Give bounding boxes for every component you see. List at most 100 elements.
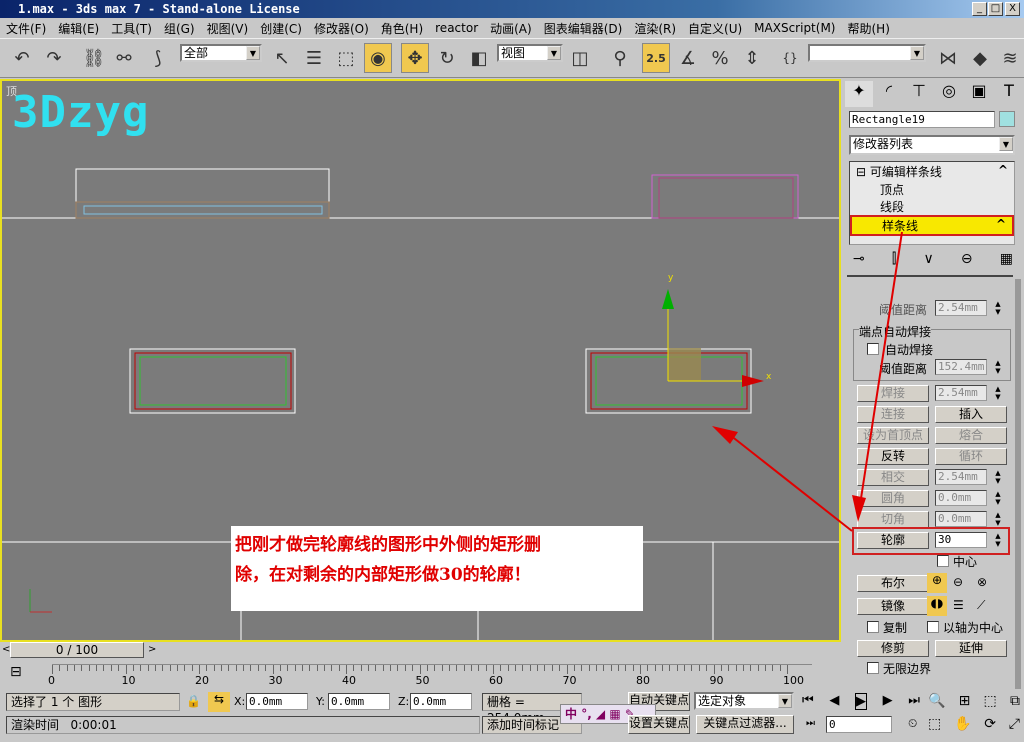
absolute-mode-icon[interactable]: ⇆ [208,692,230,712]
zoom-extents-icon[interactable]: ⬚ [984,693,997,709]
spinner-snap-icon[interactable]: ⇕ [738,43,766,73]
arc-rotate-icon[interactable]: ⟳ [984,716,996,732]
angle-snap-icon[interactable]: ∡ [674,43,702,73]
modify-tab-icon[interactable]: ◜ [875,81,903,107]
show-end-result-icon[interactable]: ⫿ [892,251,896,267]
menu-item[interactable]: 文件(F) [0,20,52,37]
intersect-button[interactable]: 相交 [857,469,929,486]
object-color-swatch[interactable] [999,111,1015,127]
threshold-spinner[interactable]: 2.54mm [935,300,987,316]
link-icon[interactable]: ⛓ [80,43,108,73]
align-icon[interactable]: ◆ [966,43,994,73]
z-coord-field[interactable]: 0.0mm [410,693,472,710]
stack-item-vertex[interactable]: 顶点 [850,181,1014,198]
make-unique-icon[interactable]: ∨ [924,251,934,267]
connect-button[interactable]: 连接 [857,406,929,423]
go-to-start-icon[interactable]: ⏮ [802,693,814,710]
modifier-list-dropdown[interactable]: 修改器列表 ▼ [849,135,1015,155]
fuse-button[interactable]: 熔合 [935,427,1007,444]
menu-item[interactable]: 组(G) [158,20,201,37]
mirror-vertical-icon[interactable]: ☰ [953,598,964,612]
zoom-extents-all-icon[interactable]: ⧉ [1010,693,1020,709]
key-mode-dropdown[interactable]: 选定对象 ▼ [694,692,794,710]
stack-item-spline[interactable]: 样条线 ^ [850,215,1014,236]
y-coord-field[interactable]: 0.0mm [328,693,390,710]
make-first-button[interactable]: 设为首顶点 [857,427,929,444]
spinner-arrows[interactable]: ▲ ▼ [993,300,1003,316]
menu-item[interactable]: 图表编辑器(D) [538,20,629,37]
selection-filter-dropdown[interactable]: 全部 ▼ [180,44,262,62]
undo-icon[interactable]: ↶ [8,43,36,73]
zoom-icon[interactable]: 🔍 [928,693,945,709]
utilities-tab-icon[interactable]: T [995,81,1023,107]
close-button[interactable]: X [1005,2,1020,16]
chamfer-spinner[interactable]: 0.0mm [935,511,987,527]
menu-item[interactable]: 修改器(O) [308,20,375,37]
next-key-icon[interactable]: ▶ [883,693,893,710]
stack-root[interactable]: ⊟ 可编辑样条线 ^ [850,162,1014,181]
display-tab-icon[interactable]: ▣ [965,81,993,107]
auto-weld-checkbox[interactable] [867,343,879,355]
outline-button[interactable]: 轮廓 [857,532,929,549]
named-selection-dropdown[interactable]: ▼ [808,44,926,62]
extend-button[interactable]: 延伸 [935,640,1007,657]
prev-key-icon[interactable]: ◀ [829,693,839,710]
chamfer-button[interactable]: 切角 [857,511,929,528]
bind-space-warp-icon[interactable]: ⟆ [144,43,172,73]
mirror-button[interactable]: 镜像 [857,598,929,615]
fillet-spinner[interactable]: 0.0mm [935,490,987,506]
manipulate-icon[interactable]: ⚲ [606,43,634,73]
union-icon[interactable]: ⊕ [927,573,947,593]
about-pivot-checkbox[interactable] [927,621,939,633]
weld-spinner[interactable]: 2.54mm [935,385,987,401]
pin-stack-icon[interactable]: ⊸ [853,251,865,267]
mirror-both-icon[interactable]: ⟋ [977,598,985,613]
panel-scrollbar[interactable] [1015,279,1021,689]
track-bar[interactable]: 0 10 20 30 40 50 60 70 80 90 100 [48,664,812,688]
menu-item[interactable]: 角色(H) [375,20,429,37]
menu-item[interactable]: reactor [429,21,484,35]
infinite-bounds-checkbox[interactable] [867,662,879,674]
key-filters-button[interactable]: 关键点过滤器... [696,715,794,734]
region-zoom-icon[interactable]: ⬚ [928,716,941,732]
reverse-button[interactable]: 反转 [857,448,929,465]
pivot-center-icon[interactable]: ◫ [566,43,594,73]
maximize-button[interactable]: □ [988,2,1003,16]
current-frame-field[interactable]: 0 [826,716,892,733]
mirror-icon[interactable]: ⋈ [934,43,962,73]
fillet-button[interactable]: 圆角 [857,490,929,507]
object-name-field[interactable]: Rectangle19 [849,111,995,128]
center-checkbox[interactable] [937,555,949,567]
snap-toggle-icon[interactable]: 2.5 [642,43,670,73]
insert-button[interactable]: 插入 [935,406,1007,423]
go-to-end-icon[interactable]: ⏭ [908,693,920,710]
curve-editor-icon[interactable]: ⊟ [10,664,22,680]
configure-sets-icon[interactable]: ▦ [1000,251,1013,267]
menu-item[interactable]: 视图(V) [201,20,255,37]
menu-item[interactable]: 帮助(H) [841,20,895,37]
remove-modifier-icon[interactable]: ⊖ [961,251,973,267]
maximize-viewport-icon[interactable]: ⤢ [1009,716,1020,732]
weld-button[interactable]: 焊接 [857,385,929,402]
menu-item[interactable]: 工具(T) [105,20,158,37]
unlink-icon[interactable]: ⚯ [110,43,138,73]
set-key-button[interactable]: 设置关键点 [628,715,690,734]
rect-selection-icon[interactable]: ⬚ [332,43,360,73]
zoom-all-icon[interactable]: ⊞ [959,693,971,709]
mirror-horizontal-icon[interactable]: ◖◗ [927,596,947,616]
intersect-icon[interactable]: ⊗ [977,575,987,589]
subtract-icon[interactable]: ⊖ [953,575,963,589]
play-icon[interactable]: ▶ [854,693,867,710]
menu-item[interactable]: 自定义(U) [682,20,748,37]
weld-threshold-spinner[interactable]: 152.4mm [935,359,987,375]
create-tab-icon[interactable]: ✦ [845,81,873,107]
percent-snap-icon[interactable]: % [706,43,734,73]
time-config-icon[interactable]: ⏲ [908,716,917,731]
redo-icon[interactable]: ↷ [40,43,68,73]
stack-item-segment[interactable]: 线段 [850,198,1014,215]
menu-item[interactable]: 创建(C) [254,20,308,37]
move-icon[interactable]: ✥ [401,43,429,73]
layers-icon[interactable]: ≋ [996,43,1024,73]
outline-spinner[interactable]: 30 [935,532,987,548]
select-icon[interactable]: ↖ [268,43,296,73]
